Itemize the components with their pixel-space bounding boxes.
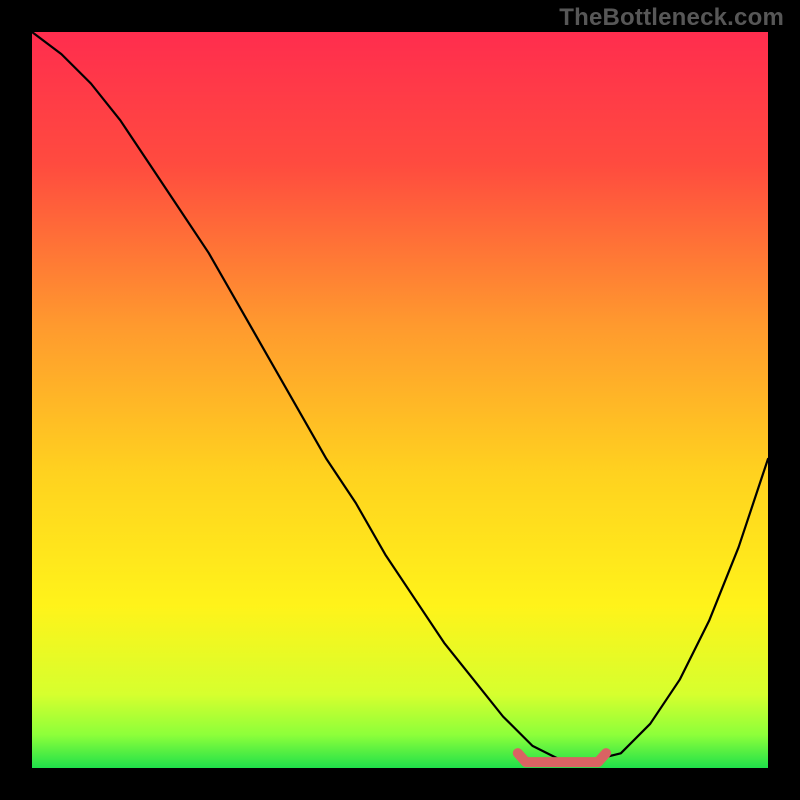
watermark-text: TheBottleneck.com [559, 4, 784, 32]
chart-container: TheBottleneck.com [0, 0, 800, 800]
plot-svg [32, 32, 768, 768]
plot-area [32, 32, 768, 768]
gradient-background [32, 32, 768, 768]
